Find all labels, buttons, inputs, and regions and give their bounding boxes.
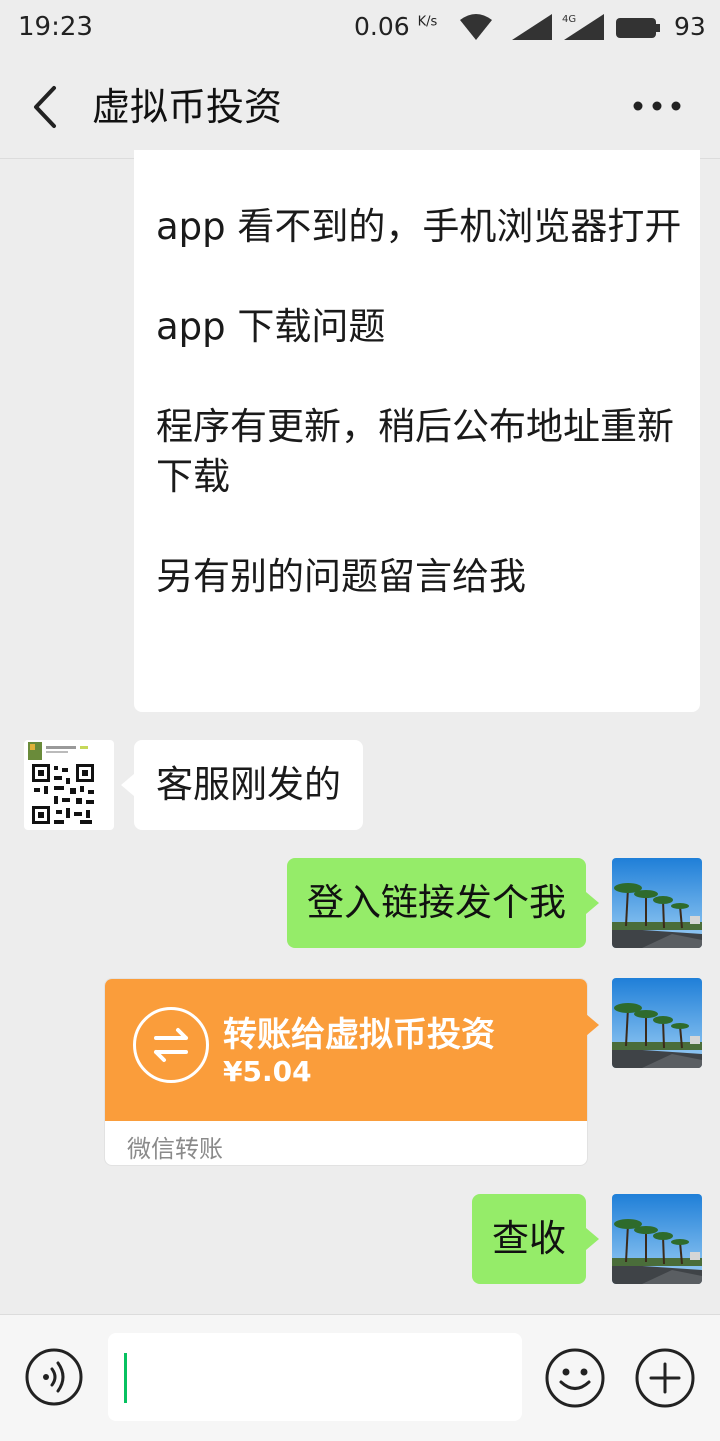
more-options-icon[interactable]: [630, 86, 684, 126]
status-signal-icons: 4G: [460, 14, 660, 40]
more-functions-plus-icon[interactable]: [634, 1347, 696, 1409]
my-avatar[interactable]: [612, 978, 702, 1068]
palm-trees-avatar-icon: [612, 978, 702, 1068]
message-bubble-outgoing[interactable]: 登入链接发个我: [287, 858, 586, 948]
my-avatar[interactable]: [612, 858, 702, 948]
status-net-speed: 0.06 K/s: [354, 12, 437, 41]
contact-avatar[interactable]: [24, 740, 114, 830]
message-input[interactable]: [108, 1333, 522, 1421]
text-caret: [124, 1353, 127, 1403]
palm-trees-avatar-icon: [612, 1194, 702, 1284]
status-battery-percent: 93: [674, 12, 706, 41]
back-arrow-icon[interactable]: [26, 82, 66, 132]
message-bubble-incoming[interactable]: 客服刚发的: [134, 740, 363, 830]
emoji-icon[interactable]: [544, 1347, 606, 1409]
bubble-tail: [586, 892, 599, 914]
my-avatar[interactable]: [612, 1194, 702, 1284]
bubble-tail: [586, 1228, 599, 1250]
chat-title: 虚拟币投资: [92, 85, 283, 129]
transfer-card[interactable]: 转账给虚拟币投资 ¥5.04 微信转账: [104, 978, 588, 1166]
chat-header: 虚拟币投资: [0, 56, 720, 159]
battery-icon: [616, 18, 656, 38]
message-text: 登入链接发个我: [307, 881, 566, 924]
message-text: 查收: [492, 1217, 566, 1260]
transfer-amount: ¥5.04: [223, 1055, 312, 1088]
message-bubble-outgoing[interactable]: 查收: [472, 1194, 586, 1284]
message-bubble-incoming[interactable]: app 看不到的，手机浏览器打开 app 下载问题 程序有更新，稍后公布地址重新…: [134, 150, 700, 712]
palm-trees-avatar-icon: [612, 858, 702, 948]
status-net-speed-unit: K/s: [417, 14, 438, 30]
status-net-speed-value: 0.06: [354, 12, 410, 41]
message-paragraph: app 看不到的，手机浏览器打开: [156, 205, 682, 248]
transfer-title: 转账给虚拟币投资: [223, 1015, 495, 1055]
qr-code-avatar-icon: [24, 740, 114, 830]
voice-input-icon[interactable]: [24, 1347, 84, 1407]
input-bar: [0, 1314, 720, 1441]
status-time: 19:23: [18, 12, 93, 42]
message-text: app 看不到的，手机浏览器打开 app 下载问题 程序有更新，稍后公布地址重新…: [156, 202, 686, 602]
message-paragraph: 程序有更新，稍后公布地址重新下载: [156, 405, 674, 498]
transfer-card-header: 转账给虚拟币投资 ¥5.04: [105, 979, 587, 1121]
message-paragraph: app 下载问题: [156, 305, 386, 348]
bubble-tail: [121, 774, 134, 796]
transfer-icon: [133, 1007, 209, 1083]
message-text: 客服刚发的: [156, 763, 341, 806]
bubble-tail: [586, 1014, 599, 1036]
signal-icon: [512, 14, 552, 40]
network-label: 4G: [562, 14, 576, 25]
status-bar: 19:23 0.06 K/s 4G 93: [0, 0, 720, 56]
wifi-icon: [460, 14, 492, 40]
transfer-footer: 微信转账: [127, 1135, 223, 1163]
message-paragraph: 另有别的问题留言给我: [156, 555, 526, 598]
